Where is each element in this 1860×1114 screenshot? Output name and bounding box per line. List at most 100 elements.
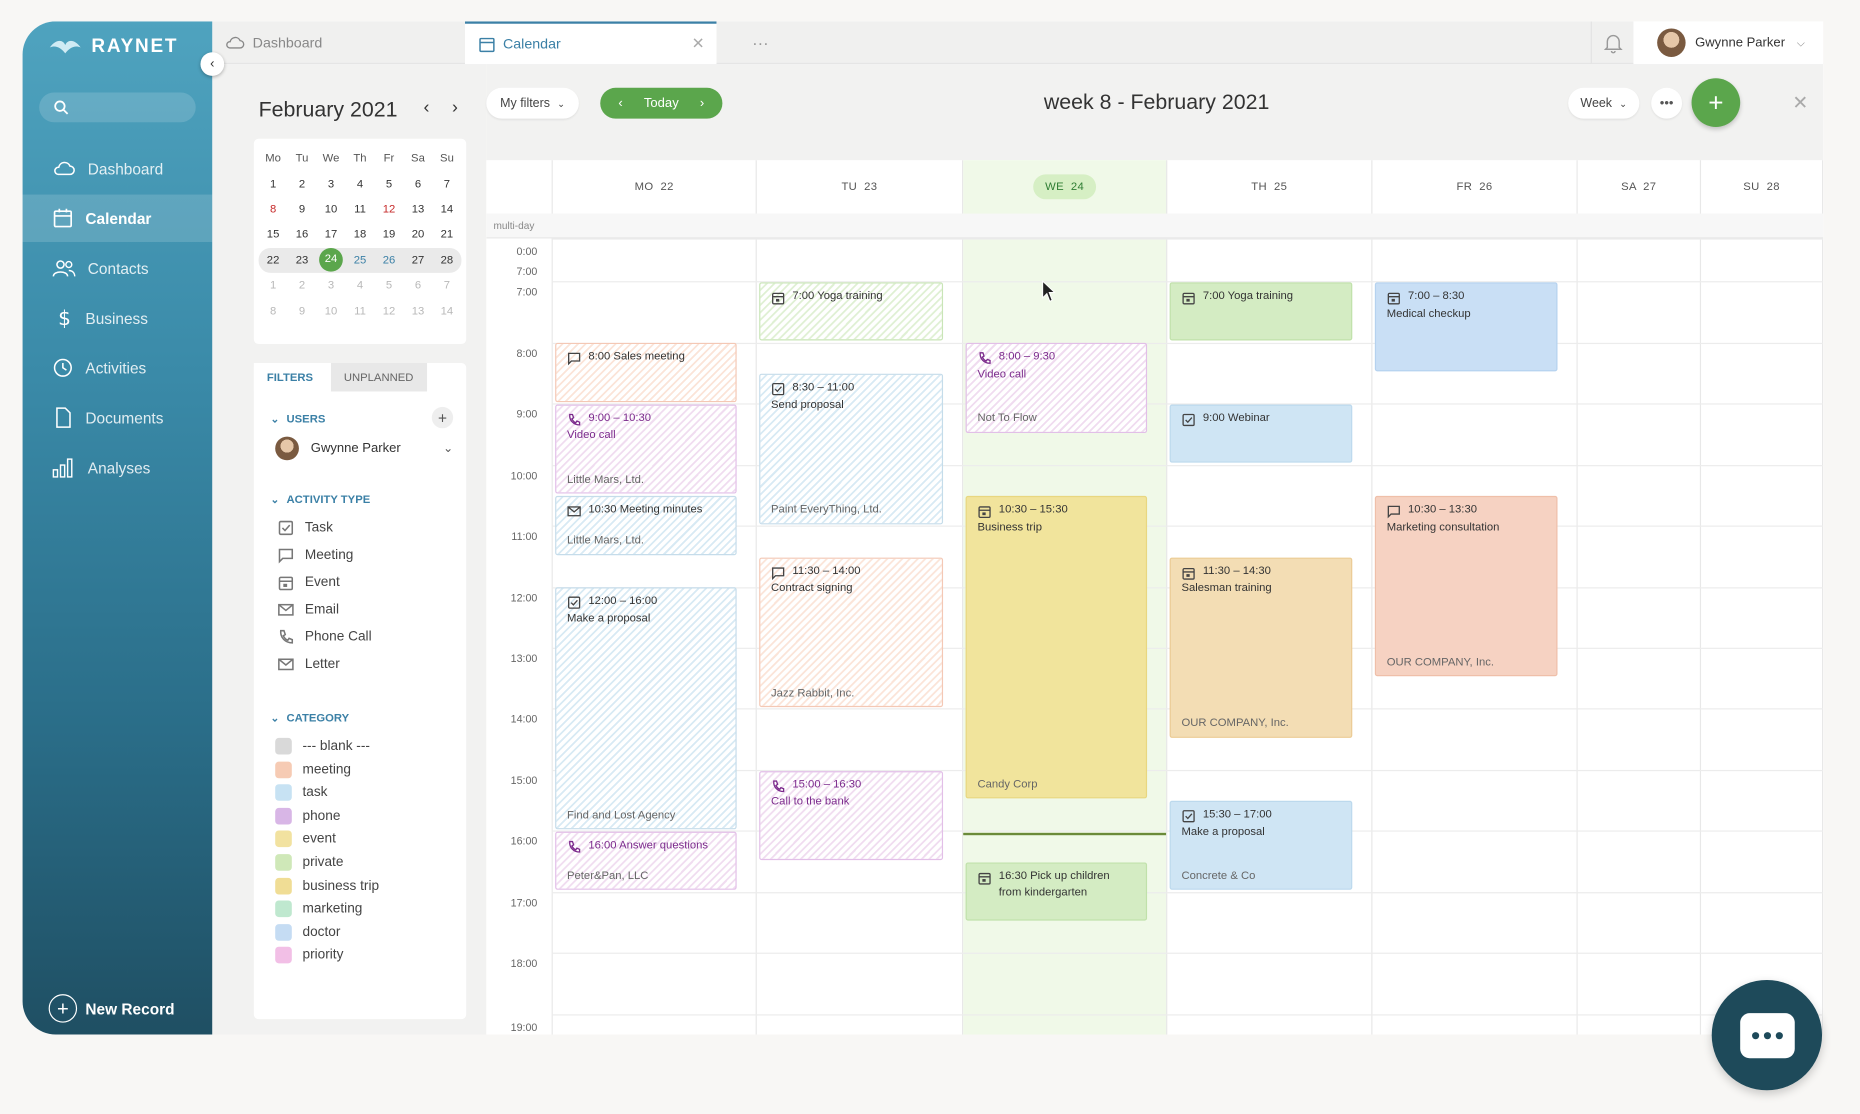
sidebar-item-calendar[interactable]: Calendar — [22, 194, 213, 243]
calendar-event[interactable]: 15:30 – 17:00 Make a proposal Concrete & C… — [1169, 801, 1353, 891]
mini-calendar-day[interactable]: 10 — [317, 304, 346, 317]
mini-calendar-day[interactable]: 26 — [374, 254, 403, 267]
category-item[interactable]: meeting — [275, 761, 351, 778]
mini-calendar-day[interactable]: 6 — [403, 279, 432, 292]
collapse-sidebar-button[interactable]: ‹ — [200, 52, 225, 76]
calendar-event[interactable]: 15:00 – 16:30 Call to the bank — [759, 770, 944, 860]
mini-calendar-day[interactable]: 27 — [403, 254, 432, 267]
day-header[interactable]: TU 23 — [757, 160, 962, 213]
calendar-event[interactable]: 9:00 – 10:30 Video call Little Mars, Ltd. — [555, 404, 737, 494]
calendar-event[interactable]: 11:30 – 14:30 Salesman training OUR COMPAN… — [1169, 557, 1353, 738]
tab-filters[interactable]: FILTERS — [253, 363, 327, 392]
activity-type-email[interactable]: Email — [278, 601, 339, 618]
next-week-button[interactable]: › — [682, 96, 723, 110]
mini-calendar-day[interactable]: 14 — [432, 203, 461, 216]
mini-calendar-day[interactable]: 18 — [346, 228, 375, 241]
sidebar-item-documents[interactable]: Documents — [23, 394, 213, 441]
activity-type-phone-call[interactable]: Phone Call — [278, 629, 372, 646]
day-header[interactable]: TH 25 — [1167, 160, 1371, 213]
mini-calendar-day[interactable]: 4 — [346, 177, 375, 190]
mini-calendar-day[interactable]: 9 — [288, 203, 317, 216]
mini-calendar-day[interactable]: 1 — [259, 279, 288, 292]
day-column-sa[interactable]: SA 27 — [1578, 160, 1702, 1035]
user-menu[interactable]: Gwynne Parker ⌵ — [1633, 21, 1824, 65]
category-item[interactable]: task — [275, 784, 328, 802]
mini-calendar-day[interactable]: 7 — [432, 279, 461, 292]
mini-calendar-day[interactable]: 14 — [432, 304, 461, 317]
calendar-event[interactable]: 7:00 – 8:30 Medical checkup — [1374, 282, 1558, 372]
mini-calendar-day[interactable]: 28 — [432, 254, 461, 267]
more-options-button[interactable]: ••• — [1651, 87, 1683, 119]
activity-type-letter[interactable]: Letter — [278, 656, 340, 673]
mini-calendar-day[interactable]: 13 — [403, 304, 432, 317]
sidebar-item-activities[interactable]: Activities — [23, 344, 213, 391]
notifications-button[interactable] — [1590, 21, 1634, 65]
activity-type-event[interactable]: Event — [278, 574, 340, 591]
calendar-event[interactable]: 8:30 – 11:00 Send proposal Paint EveryThin… — [759, 373, 944, 525]
mini-calendar-day[interactable]: 9 — [288, 304, 317, 317]
mini-calendar-day[interactable]: 6 — [403, 177, 432, 190]
add-user-button[interactable]: + — [431, 406, 454, 429]
day-header[interactable]: SU 28 — [1701, 160, 1822, 213]
next-month-button[interactable]: › — [452, 97, 458, 117]
mini-calendar-day[interactable]: 5 — [374, 279, 403, 292]
activity-type-meeting[interactable]: Meeting — [278, 547, 353, 564]
calendar-event[interactable]: 10:30 – 15:30 Business trip Candy Corp — [965, 495, 1148, 799]
mini-calendar-day[interactable]: 2 — [288, 177, 317, 190]
day-header[interactable]: WE 24 — [963, 160, 1166, 213]
category-item[interactable]: --- blank --- — [275, 737, 370, 755]
calendar-event[interactable]: 8:00 Sales meeting — [555, 343, 737, 403]
mini-calendar-day[interactable]: 4 — [346, 279, 375, 292]
calendar-event[interactable]: 9:00 Webinar — [1169, 404, 1353, 464]
mini-calendar-day[interactable]: 3 — [317, 177, 346, 190]
logo[interactable]: RAYNET — [49, 37, 179, 58]
mini-calendar-day[interactable]: 21 — [432, 228, 461, 241]
mini-calendar-day[interactable]: 7 — [432, 177, 461, 190]
mini-calendar-day[interactable]: 24 — [319, 248, 343, 272]
mini-calendar-day[interactable]: 20 — [403, 228, 432, 241]
prev-month-button[interactable]: ‹ — [423, 97, 429, 117]
mini-calendar-day[interactable]: 3 — [317, 279, 346, 292]
category-item[interactable]: event — [275, 830, 336, 848]
calendar-event[interactable]: 16:30 Pick up children from kindergarten — [965, 862, 1148, 921]
mini-calendar-day[interactable]: 13 — [403, 203, 432, 216]
close-tab-icon[interactable]: ✕ — [692, 34, 705, 53]
mini-calendar-day[interactable]: 23 — [288, 254, 317, 267]
mini-calendar-day[interactable]: 11 — [346, 304, 375, 317]
category-item[interactable]: phone — [275, 807, 340, 825]
sidebar-item-business[interactable]: $ Business — [23, 294, 213, 341]
mini-calendar-day[interactable]: 12 — [374, 203, 403, 216]
calendar-event[interactable]: 8:00 – 9:30 Video call Not To Flow — [965, 343, 1148, 433]
calendar-event[interactable]: 10:30 Meeting minutes Little Mars, Ltd. — [555, 495, 737, 555]
calendar-event[interactable]: 7:00 Yoga training — [1169, 282, 1353, 342]
sidebar-item-dashboard[interactable]: Dashboard — [23, 145, 213, 192]
day-header[interactable]: SA 27 — [1578, 160, 1700, 213]
calendar-event[interactable]: 11:30 – 14:00 Contract signing Jazz Rabbit… — [759, 557, 944, 708]
more-tabs-icon[interactable]: ··· — [752, 21, 788, 64]
prev-week-button[interactable]: ‹ — [600, 96, 641, 110]
new-record-button[interactable]: + New Record — [48, 994, 175, 1023]
sidebar-search-input[interactable] — [39, 92, 196, 123]
add-event-button[interactable]: + — [1691, 78, 1741, 127]
mini-calendar-day[interactable]: 15 — [259, 228, 288, 241]
category-item[interactable]: business trip — [275, 877, 379, 895]
my-filters-dropdown[interactable]: My filters ⌄ — [486, 87, 579, 119]
mini-calendar-day[interactable]: 16 — [288, 228, 317, 241]
activity-type-task[interactable]: Task — [278, 520, 333, 537]
mini-calendar-day[interactable]: 17 — [317, 228, 346, 241]
mini-calendar-day[interactable]: 5 — [374, 177, 403, 190]
mini-calendar-day[interactable]: 1 — [259, 177, 288, 190]
tab-calendar[interactable]: Calendar ✕ — [464, 21, 717, 65]
category-item[interactable]: priority — [275, 947, 343, 964]
close-icon[interactable]: ✕ — [1792, 91, 1808, 115]
mini-calendar-day[interactable]: 8 — [259, 203, 288, 216]
calendar-event[interactable]: 7:00 Yoga training — [759, 282, 944, 342]
category-item[interactable]: private — [275, 854, 343, 871]
sidebar-item-contacts[interactable]: Contacts — [23, 244, 213, 291]
activity-type-section-header[interactable]: ⌄ ACTIVITY TYPE — [270, 494, 370, 507]
mini-calendar-day[interactable]: 8 — [259, 304, 288, 317]
day-header[interactable]: FR 26 — [1372, 160, 1576, 213]
calendar-event[interactable]: 10:30 – 13:30 Marketing consultation OUR C… — [1374, 495, 1558, 677]
category-section-header[interactable]: ⌄ CATEGORY — [270, 712, 349, 725]
category-item[interactable]: doctor — [275, 923, 340, 941]
